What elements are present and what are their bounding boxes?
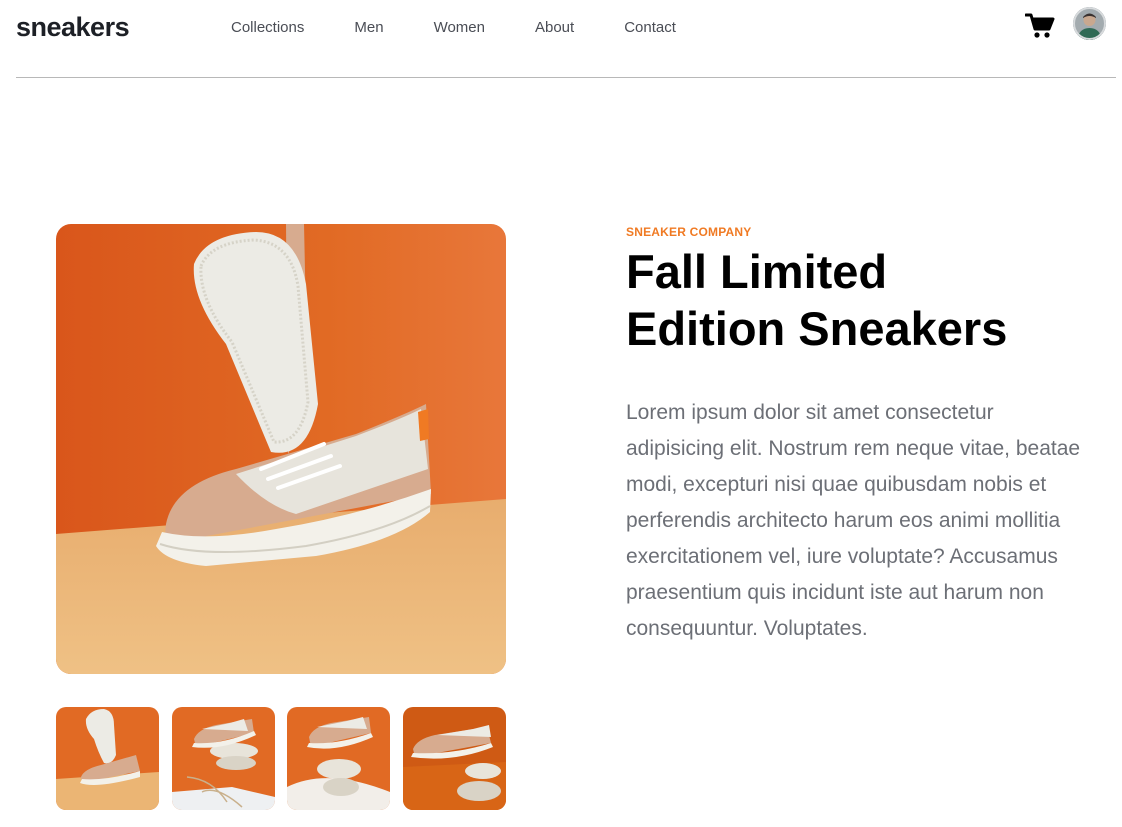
product-description: Lorem ipsum dolor sit amet consectetur a… bbox=[626, 401, 1081, 640]
thumbnail-strip bbox=[56, 707, 506, 810]
product-title: Fall Limited Edition Sneakers bbox=[626, 243, 1046, 357]
thumbnail-4[interactable] bbox=[402, 707, 506, 810]
avatar[interactable] bbox=[1073, 7, 1106, 40]
cart-icon bbox=[1024, 13, 1055, 38]
company-label: SNEAKER COMPANY bbox=[626, 225, 752, 239]
nav-contact[interactable]: Contact bbox=[624, 19, 676, 36]
sneaker-product-photo bbox=[56, 224, 506, 674]
logo[interactable]: sneakers bbox=[16, 12, 130, 43]
nav-collections[interactable]: Collections bbox=[231, 19, 304, 36]
cart-button[interactable] bbox=[1024, 12, 1055, 40]
thumbnail-image bbox=[402, 707, 506, 810]
thumbnail-image bbox=[171, 707, 275, 810]
avatar-image bbox=[1073, 7, 1106, 40]
title-line-1: Fall Limited bbox=[626, 245, 888, 298]
main-product-image[interactable] bbox=[56, 224, 506, 674]
main-nav: Collections Men Women About Contact bbox=[231, 19, 726, 36]
title-line-2: Edition Sneakers bbox=[626, 302, 1008, 355]
thumbnail-image bbox=[287, 707, 391, 810]
site-header: sneakers Collections Men Women About Con… bbox=[16, 0, 1116, 78]
nav-about[interactable]: About bbox=[535, 19, 574, 36]
thumbnail-3[interactable] bbox=[287, 707, 391, 810]
nav-women[interactable]: Women bbox=[434, 19, 485, 36]
thumbnail-2[interactable] bbox=[171, 707, 275, 810]
thumbnail-1[interactable] bbox=[56, 707, 159, 810]
nav-men[interactable]: Men bbox=[354, 19, 383, 36]
thumbnail-image bbox=[56, 707, 159, 810]
